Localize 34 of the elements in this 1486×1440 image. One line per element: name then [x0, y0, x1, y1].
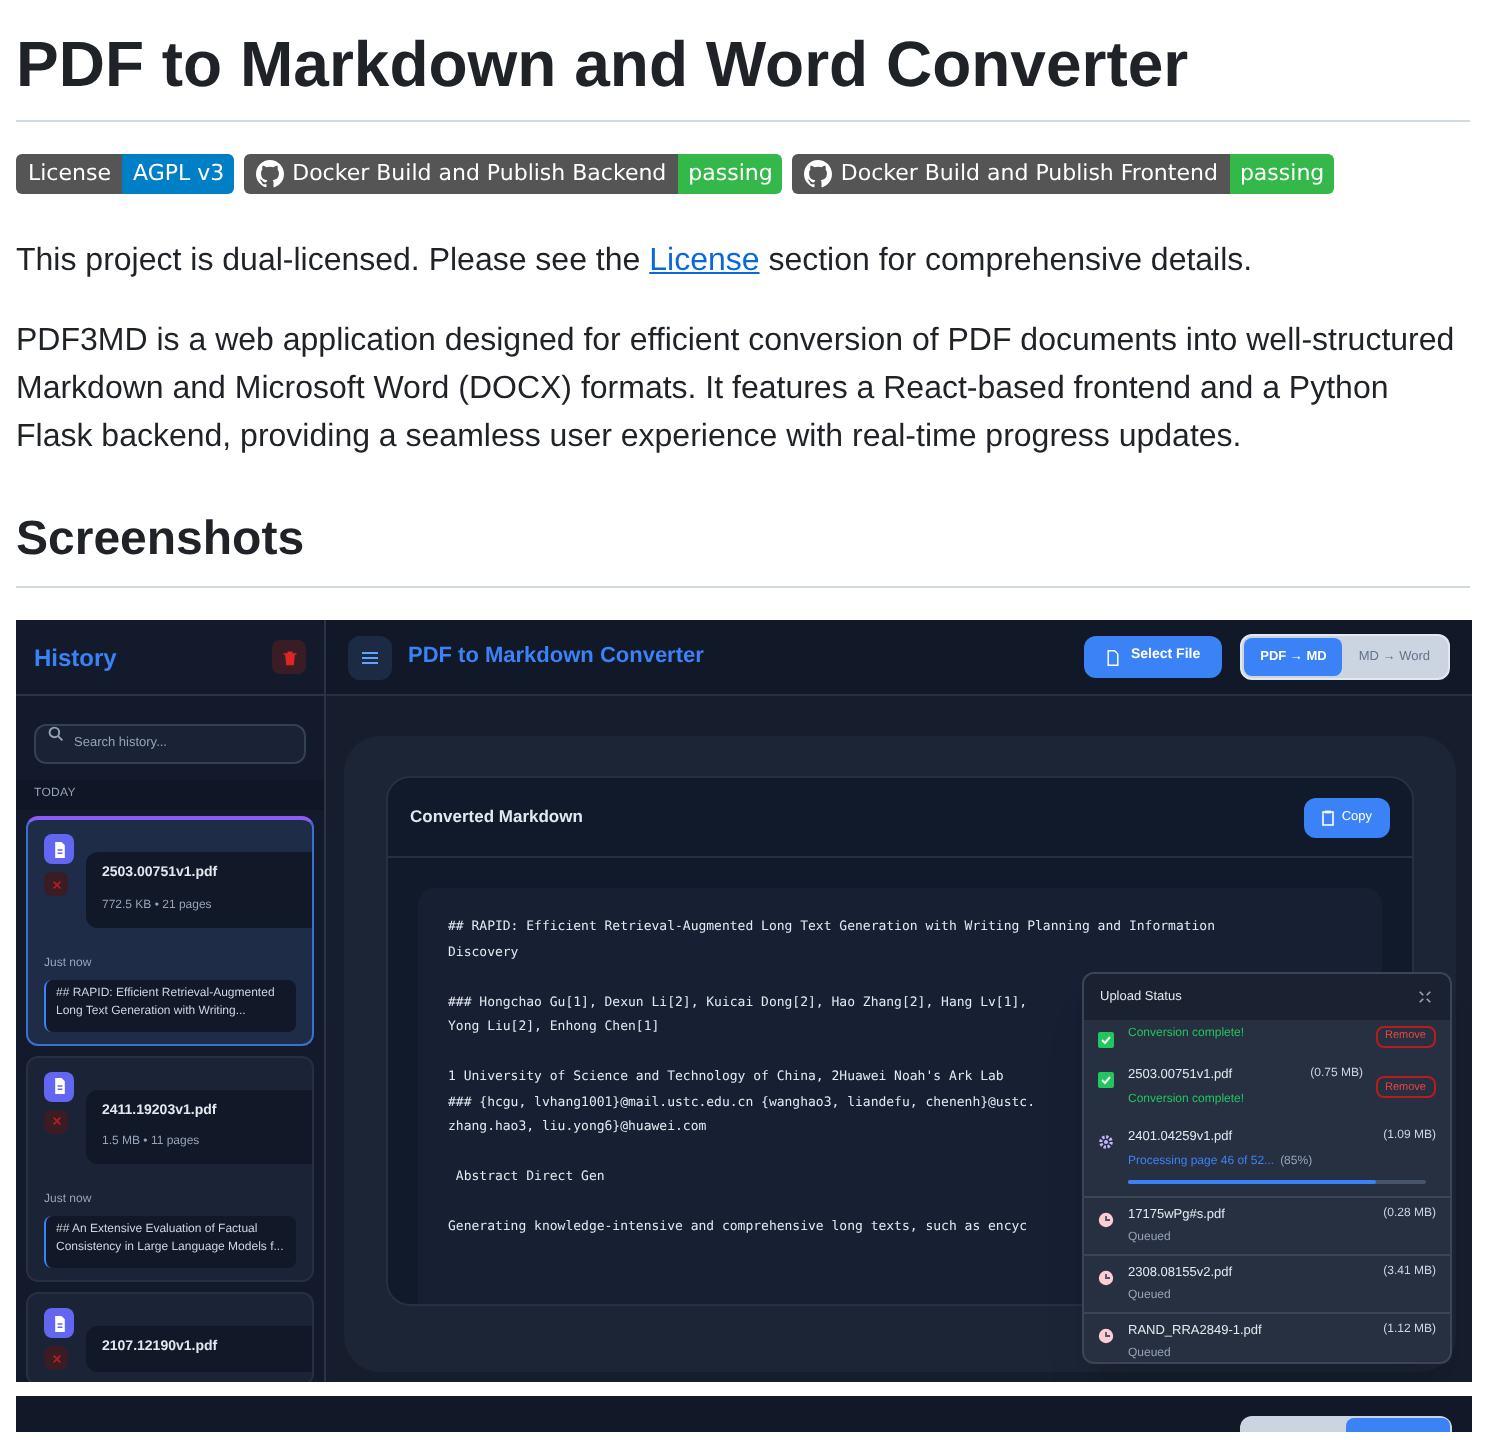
file-icon — [1106, 649, 1121, 665]
github-icon — [804, 160, 833, 188]
github-icon — [256, 160, 285, 188]
sidebar-title: History — [34, 641, 117, 675]
delete-entry-button[interactable] — [44, 1346, 68, 1370]
clock-icon — [1098, 1269, 1114, 1285]
clipboard-icon — [1321, 809, 1334, 825]
file-icon — [44, 1308, 74, 1338]
license-link[interactable]: License — [649, 244, 760, 278]
checkbox-icon — [1098, 1032, 1114, 1048]
clock-icon — [1098, 1211, 1114, 1227]
checkbox-icon — [1098, 1072, 1114, 1088]
search-icon — [48, 726, 64, 742]
file-icon — [44, 1071, 74, 1101]
gear-icon — [1098, 1133, 1114, 1150]
close-icon — [51, 1116, 61, 1126]
menu-icon — [362, 651, 378, 663]
page-title: PDF to Markdown and Word Converter — [16, 24, 1470, 122]
delete-entry-button[interactable] — [44, 1109, 68, 1133]
section-heading: Screenshots — [16, 510, 1470, 588]
description-paragraph: PDF3MD is a web application designed for efficient conversion of PDF documents into well-structured Markdown and Microsoft Word (DOCX) formats. It features a React-based frontend and a Python Flask backend, providing a seamless user experience with real-time progress updates. — [16, 322, 1457, 458]
trash-icon — [281, 649, 297, 665]
clock-icon — [1098, 1327, 1114, 1343]
close-icon — [51, 1353, 61, 1363]
delete-entry-button[interactable] — [44, 872, 68, 896]
clear-history-button[interactable] — [272, 640, 306, 674]
file-icon — [44, 834, 74, 864]
menu-button[interactable] — [348, 635, 392, 679]
collapse-icon — [1418, 990, 1432, 1004]
intro-paragraph: This project is dual-licensed. Please see the License section for comprehensive details. — [16, 242, 1255, 282]
close-icon — [51, 879, 61, 889]
output-title: Converted Markdown — [410, 804, 583, 830]
app-title: PDF to Markdown Converter — [408, 642, 706, 673]
collapse-button[interactable] — [1416, 988, 1434, 1006]
